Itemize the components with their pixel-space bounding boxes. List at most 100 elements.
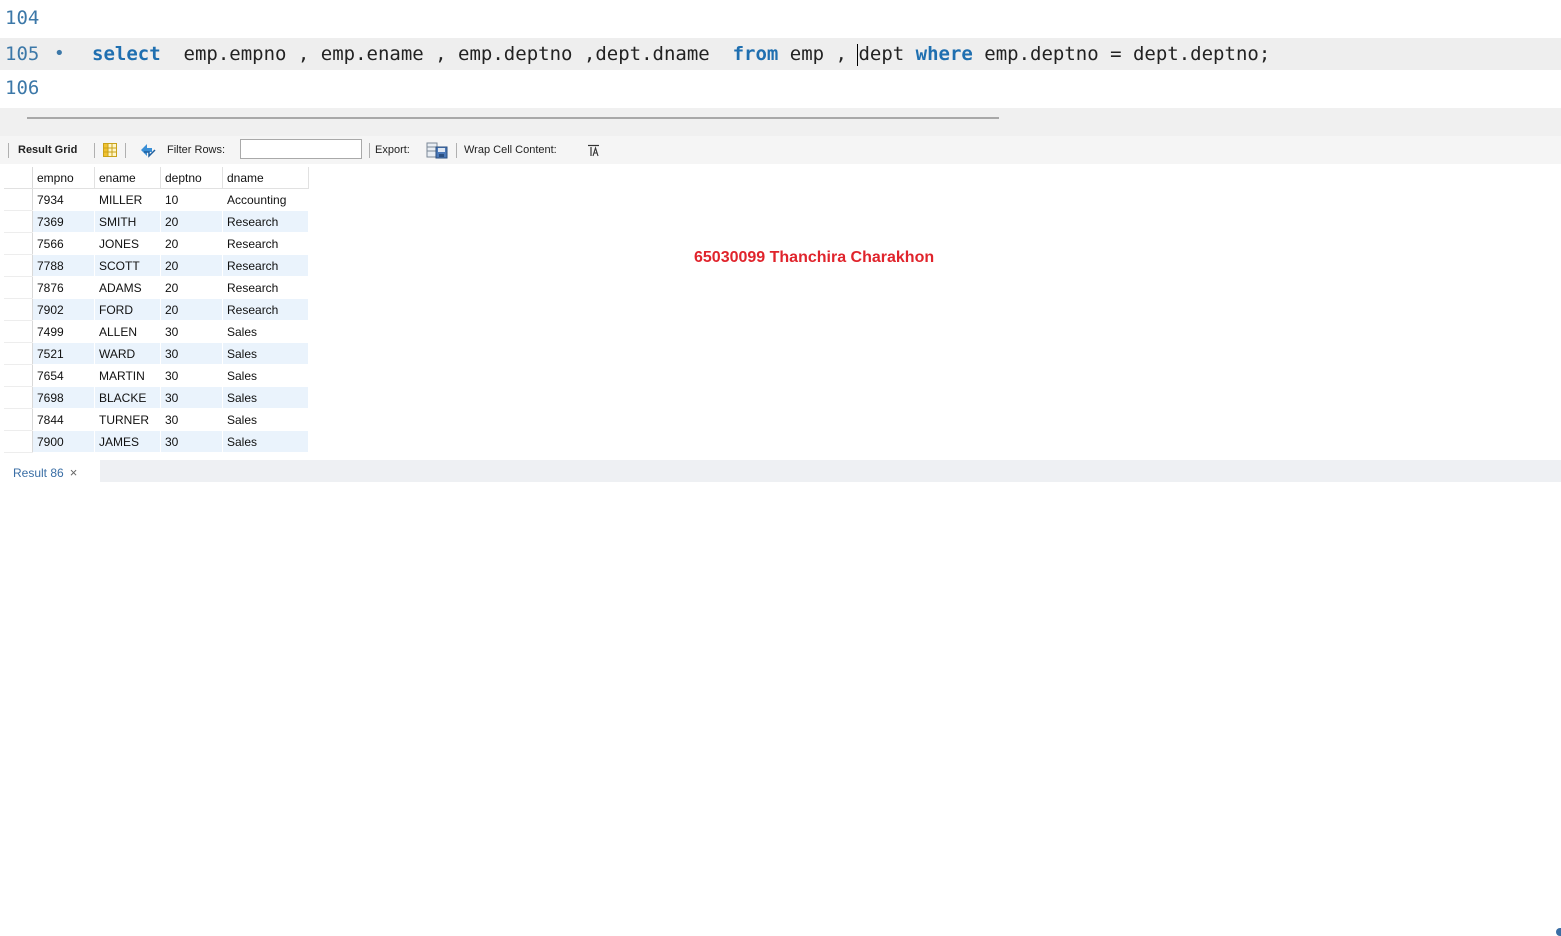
row-header[interactable] [4, 342, 33, 365]
cell-ename[interactable]: MARTIN [94, 364, 161, 387]
cell-empno[interactable]: 7369 [32, 210, 95, 233]
splitter-handle[interactable] [27, 117, 999, 119]
row-header[interactable] [4, 408, 33, 431]
cell-ename[interactable]: JONES [94, 232, 161, 255]
sql-text: dept [858, 43, 916, 65]
cell-ename[interactable]: SCOTT [94, 254, 161, 277]
export-icon[interactable] [426, 141, 448, 159]
result-table[interactable]: empno ename deptno dname 7934 MILLER 10 … [4, 167, 309, 453]
row-header[interactable] [4, 320, 33, 343]
cell-ename[interactable]: BLACKE [94, 386, 161, 409]
table-row[interactable]: 7902 FORD 20 Research [4, 298, 309, 321]
cell-dname[interactable]: Research [222, 298, 309, 321]
cell-empno[interactable]: 7934 [32, 188, 95, 211]
cell-empno[interactable]: 7876 [32, 276, 95, 299]
table-row[interactable]: 7369 SMITH 20 Research [4, 210, 309, 233]
cell-empno[interactable]: 7788 [32, 254, 95, 277]
code-line-106[interactable]: 106 [0, 72, 1561, 104]
cell-dname[interactable]: Sales [222, 430, 309, 453]
result-grid-tab[interactable]: Result Grid [18, 136, 77, 164]
row-header[interactable] [4, 232, 33, 255]
table-row[interactable]: 7788 SCOTT 20 Research [4, 254, 309, 277]
cell-deptno[interactable]: 30 [160, 342, 223, 365]
close-icon[interactable]: × [70, 465, 78, 480]
cell-dname[interactable]: Sales [222, 342, 309, 365]
row-header[interactable] [4, 188, 33, 211]
table-row[interactable]: 7876 ADAMS 20 Research [4, 276, 309, 299]
line-number: 105 [5, 43, 40, 65]
filter-rows-input[interactable] [240, 139, 362, 159]
cell-empno[interactable]: 7698 [32, 386, 95, 409]
cell-dname[interactable]: Sales [222, 364, 309, 387]
sql-statement[interactable]: select emp.empno , emp.ename , emp.deptn… [92, 38, 1270, 70]
cell-deptno[interactable]: 30 [160, 320, 223, 343]
cell-ename[interactable]: MILLER [94, 188, 161, 211]
table-row[interactable]: 7844 TURNER 30 Sales [4, 408, 309, 431]
cell-empno[interactable]: 7566 [32, 232, 95, 255]
row-header[interactable] [4, 298, 33, 321]
cell-empno[interactable]: 7900 [32, 430, 95, 453]
table-row[interactable]: 7566 JONES 20 Research [4, 232, 309, 255]
cell-empno[interactable]: 7844 [32, 408, 95, 431]
cell-ename[interactable]: TURNER [94, 408, 161, 431]
row-header[interactable] [4, 364, 33, 387]
cell-empno[interactable]: 7499 [32, 320, 95, 343]
table-row[interactable]: 7934 MILLER 10 Accounting [4, 188, 309, 211]
code-line-105[interactable]: 105 • select emp.empno , emp.ename , emp… [0, 38, 1561, 70]
cell-deptno[interactable]: 20 [160, 254, 223, 277]
cell-ename[interactable]: JAMES [94, 430, 161, 453]
cell-deptno[interactable]: 20 [160, 232, 223, 255]
cell-ename[interactable]: SMITH [94, 210, 161, 233]
result-tab[interactable]: Result 86 × [0, 460, 100, 482]
wrap-text-icon[interactable] [587, 144, 600, 157]
cell-dname[interactable]: Sales [222, 386, 309, 409]
row-header[interactable] [4, 276, 33, 299]
refresh-icon[interactable] [138, 141, 158, 159]
cell-deptno[interactable]: 30 [160, 408, 223, 431]
student-id-caption: 65030099 Thanchira Charakhon [694, 249, 935, 266]
header-row: empno ename deptno dname [4, 167, 309, 189]
cell-empno[interactable]: 7654 [32, 364, 95, 387]
row-header[interactable] [4, 210, 33, 233]
grid-view-icon[interactable] [103, 143, 117, 157]
cell-ename[interactable]: WARD [94, 342, 161, 365]
cell-dname[interactable]: Accounting [222, 188, 309, 211]
cell-empno[interactable]: 7902 [32, 298, 95, 321]
cell-deptno[interactable]: 30 [160, 430, 223, 453]
table-row[interactable]: 7698 BLACKE 30 Sales [4, 386, 309, 409]
row-header[interactable] [4, 430, 33, 453]
column-header-empno[interactable]: empno [32, 167, 95, 189]
cell-ename[interactable]: ADAMS [94, 276, 161, 299]
table-row[interactable]: 7521 WARD 30 Sales [4, 342, 309, 365]
cell-empno[interactable]: 7521 [32, 342, 95, 365]
result-grid[interactable]: empno ename deptno dname 7934 MILLER 10 … [0, 164, 1561, 460]
code-line-104[interactable]: 104 [0, 2, 1561, 34]
cell-deptno[interactable]: 20 [160, 276, 223, 299]
cell-deptno[interactable]: 20 [160, 298, 223, 321]
row-header-corner[interactable] [4, 167, 33, 189]
column-header-deptno[interactable]: deptno [160, 167, 223, 189]
row-header[interactable] [4, 386, 33, 409]
cell-deptno[interactable]: 30 [160, 386, 223, 409]
table-row[interactable]: 7900 JAMES 30 Sales [4, 430, 309, 453]
cell-dname[interactable]: Research [222, 254, 309, 277]
cell-ename[interactable]: ALLEN [94, 320, 161, 343]
table-row[interactable]: 7499 ALLEN 30 Sales [4, 320, 309, 343]
result-tab-label: Result 86 [13, 466, 64, 480]
cell-deptno[interactable]: 10 [160, 188, 223, 211]
cell-dname[interactable]: Research [222, 210, 309, 233]
panel-splitter[interactable] [0, 108, 1561, 136]
sql-editor[interactable]: 104 105 • select emp.empno , emp.ename ,… [0, 0, 1561, 108]
cell-deptno[interactable]: 20 [160, 210, 223, 233]
column-header-ename[interactable]: ename [94, 167, 161, 189]
cell-dname[interactable]: Research [222, 232, 309, 255]
column-header-dname[interactable]: dname [222, 167, 309, 189]
table-row[interactable]: 7654 MARTIN 30 Sales [4, 364, 309, 387]
sql-keyword: where [915, 43, 973, 65]
cell-dname[interactable]: Sales [222, 320, 309, 343]
cell-deptno[interactable]: 30 [160, 364, 223, 387]
row-header[interactable] [4, 254, 33, 277]
cell-dname[interactable]: Research [222, 276, 309, 299]
cell-ename[interactable]: FORD [94, 298, 161, 321]
cell-dname[interactable]: Sales [222, 408, 309, 431]
